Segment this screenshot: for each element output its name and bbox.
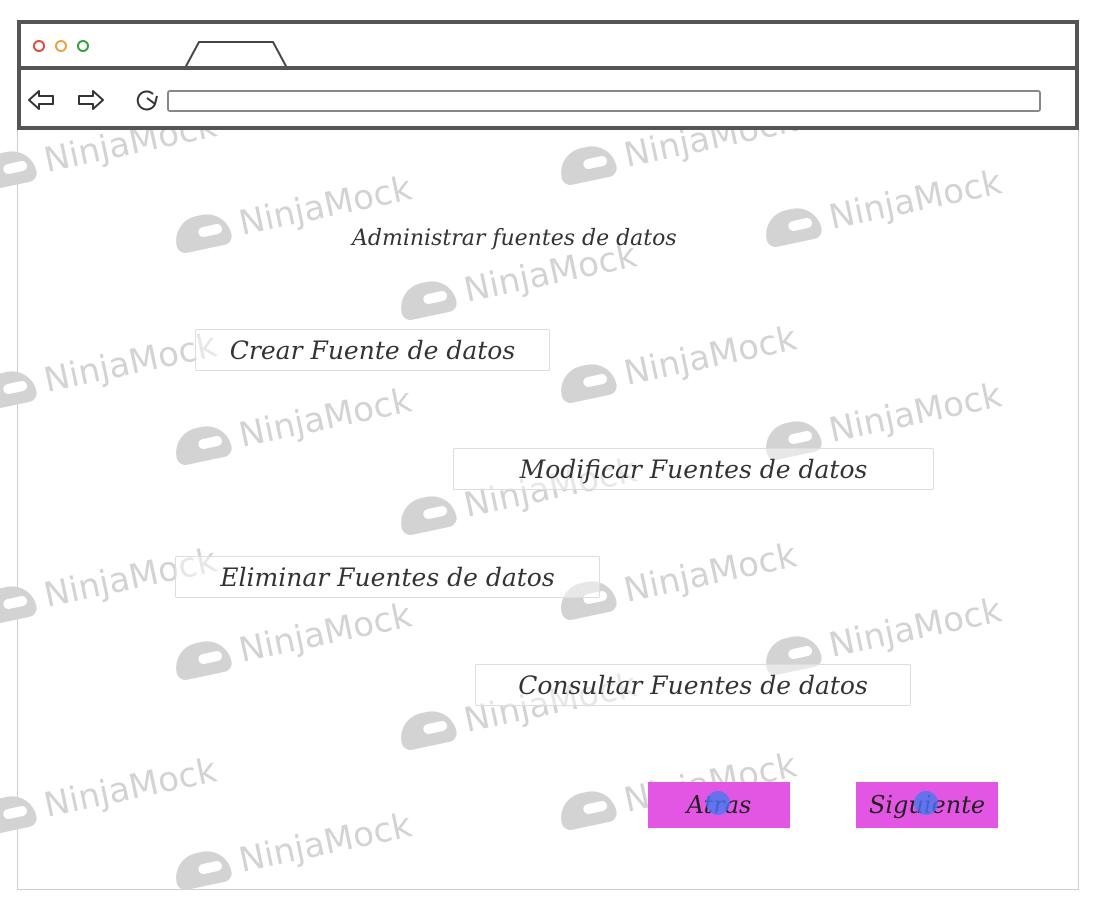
delete-data-sources-button[interactable]: Eliminar Fuentes de datos	[175, 556, 600, 598]
back-button[interactable]: Atras	[648, 782, 790, 828]
back-arrow-icon[interactable]	[27, 88, 55, 112]
create-data-source-button[interactable]: Crear Fuente de datos	[195, 329, 550, 371]
browser-title-bar	[17, 20, 1079, 70]
browser-address-bar	[17, 66, 1079, 130]
query-data-sources-button[interactable]: Consultar Fuentes de datos	[475, 664, 911, 706]
mockup-page: NinjaMock NinjaMock NinjaMock NinjaMock …	[0, 0, 1094, 907]
url-input[interactable]	[167, 90, 1041, 112]
minimize-window-icon[interactable]	[55, 40, 67, 52]
close-window-icon[interactable]	[33, 40, 45, 52]
reload-icon[interactable]	[133, 88, 161, 112]
modify-data-sources-button[interactable]: Modificar Fuentes de datos	[453, 448, 934, 490]
next-button[interactable]: Siguiente	[856, 782, 998, 828]
page-title: Administrar fuentes de datos	[352, 226, 677, 251]
maximize-window-icon[interactable]	[77, 40, 89, 52]
forward-arrow-icon[interactable]	[77, 88, 105, 112]
